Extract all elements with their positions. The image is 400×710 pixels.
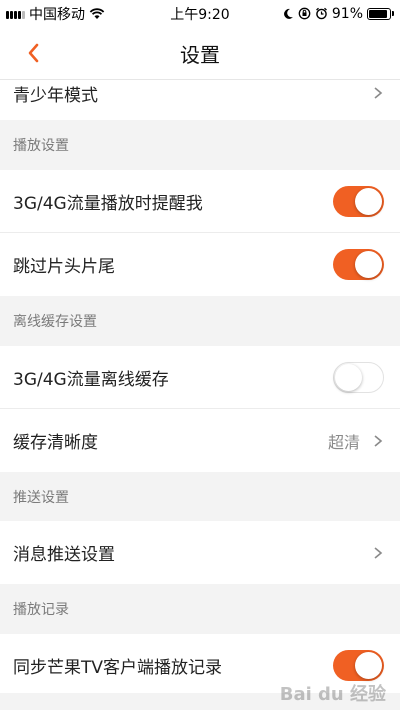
teen-mode-row[interactable]: 青少年模式 bbox=[0, 80, 400, 120]
offline-3g4g-toggle[interactable] bbox=[333, 362, 384, 393]
teen-mode-label: 青少年模式 bbox=[13, 85, 98, 106]
cache-quality-value: 超清 bbox=[327, 432, 360, 452]
chevron-right-icon bbox=[374, 87, 383, 99]
skip-intro-toggle[interactable] bbox=[333, 249, 384, 280]
section-header-playback: 播放设置 bbox=[13, 138, 69, 154]
remind-3g4g-toggle[interactable] bbox=[333, 186, 384, 217]
sync-history-label: 同步芒果TV客户端播放记录 bbox=[13, 658, 223, 678]
watermark-logo: Bai du 经验 bbox=[279, 684, 386, 705]
push-settings-label: 消息推送设置 bbox=[13, 545, 115, 565]
status-left: 中国移动 bbox=[6, 4, 105, 24]
section-header-push: 推送设置 bbox=[13, 490, 69, 506]
cache-quality-value-wrap: 超清 bbox=[328, 429, 384, 453]
remind-3g4g-row: 3G/4G流量播放时提醒我 bbox=[0, 170, 400, 233]
skip-intro-row: 跳过片头片尾 bbox=[0, 233, 400, 296]
status-bar: 中国移动 上午9:20 91% bbox=[0, 0, 400, 27]
battery-icon bbox=[367, 7, 394, 20]
battery-percent: 91% bbox=[331, 5, 363, 22]
cache-quality-row[interactable]: 缓存清晰度 超清 bbox=[0, 409, 400, 472]
remind-3g4g-label: 3G/4G流量播放时提醒我 bbox=[13, 194, 203, 214]
cellular-signal-icon bbox=[6, 9, 25, 19]
chevron-right-icon bbox=[374, 546, 383, 559]
section-header-history: 播放记录 bbox=[13, 602, 69, 618]
page-title: 设置 bbox=[180, 42, 220, 67]
back-arrow-icon[interactable] bbox=[22, 41, 46, 65]
push-settings-row[interactable]: 消息推送设置 bbox=[0, 521, 400, 584]
alarm-icon bbox=[315, 7, 327, 20]
carrier-label: 中国移动 bbox=[29, 6, 85, 23]
moon-icon bbox=[283, 8, 293, 19]
chevron-right-icon bbox=[374, 434, 383, 447]
section-header-offline: 离线缓存设置 bbox=[13, 314, 97, 330]
rotation-lock-icon bbox=[298, 7, 311, 20]
offline-3g4g-label: 3G/4G流量离线缓存 bbox=[13, 370, 169, 390]
sync-history-toggle[interactable] bbox=[333, 650, 384, 681]
wifi-icon bbox=[89, 7, 105, 19]
cache-quality-label: 缓存清晰度 bbox=[13, 433, 98, 453]
nav-bar: 设置 bbox=[0, 27, 400, 80]
status-right: 91% bbox=[282, 6, 394, 22]
offline-3g4g-row: 3G/4G流量离线缓存 bbox=[0, 346, 400, 409]
skip-intro-label: 跳过片头片尾 bbox=[13, 257, 115, 277]
